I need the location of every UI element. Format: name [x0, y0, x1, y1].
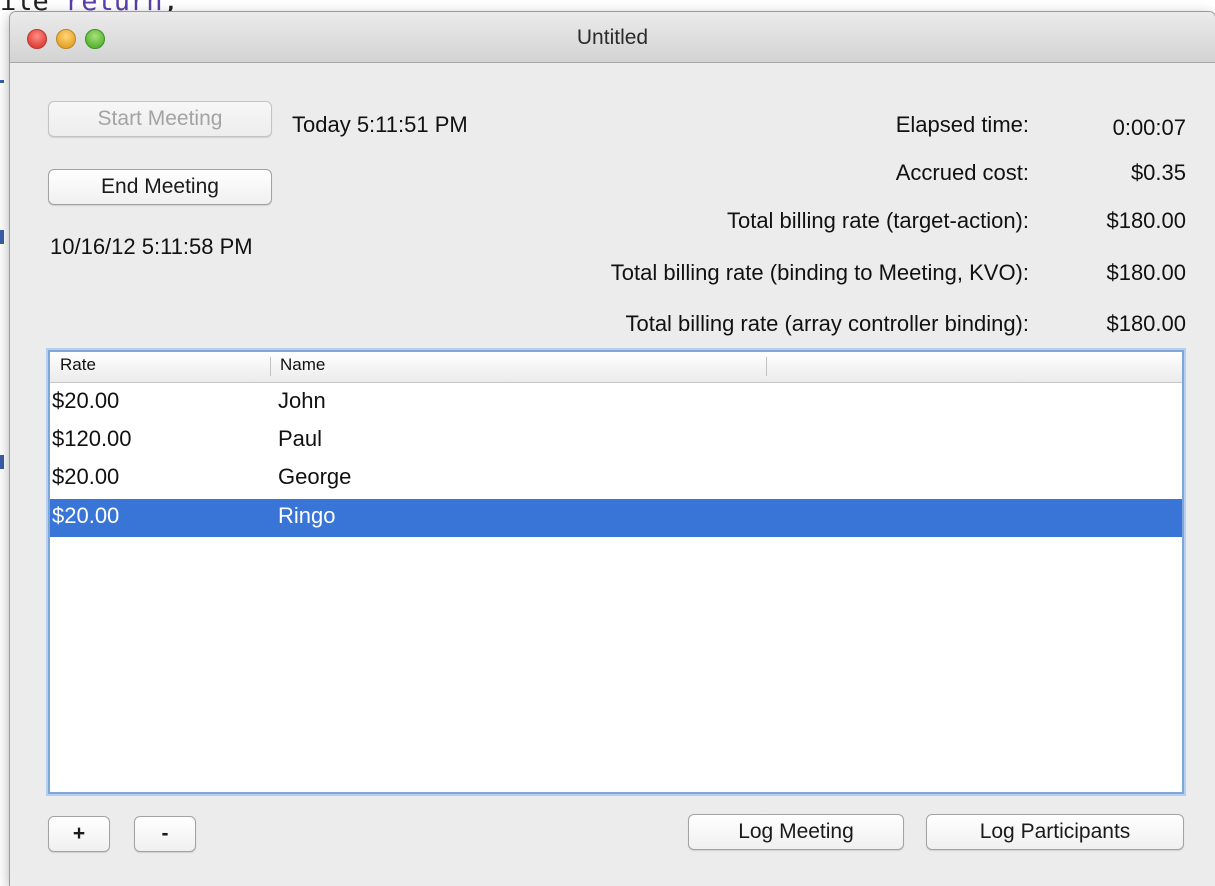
billing-rate-array-controller-value: $180.00 [1106, 311, 1186, 336]
billing-rate-target-action-label: Total billing rate (target-action): [726, 208, 1029, 233]
log-meeting-button[interactable]: Log Meeting [688, 814, 904, 850]
table-row-selected[interactable]: $20.00 Ringo [50, 499, 1182, 537]
rate-cell: $20.00 [52, 388, 120, 413]
name-cell: John [278, 388, 326, 413]
table-header: Rate Name [50, 352, 1182, 383]
background-margin-mark [0, 455, 4, 469]
column-header-name[interactable]: Name [280, 355, 325, 375]
log-participants-button[interactable]: Log Participants [926, 814, 1184, 850]
background-margin-mark [0, 80, 4, 83]
participants-table[interactable]: Rate Name $20.00 John $120.00 Paul $20.0… [48, 350, 1184, 794]
billing-rate-target-action-value: $180.00 [1106, 208, 1186, 233]
name-cell: Ringo [278, 503, 336, 528]
table-row[interactable]: $20.00 John [50, 384, 1182, 422]
title-bar[interactable]: Untitled [10, 12, 1215, 63]
name-cell: George [278, 464, 352, 489]
column-divider[interactable] [766, 357, 767, 376]
column-divider[interactable] [270, 357, 271, 376]
billing-rate-array-controller-label: Total billing rate (array controller bin… [625, 311, 1029, 336]
remove-participant-button[interactable]: - [134, 816, 196, 852]
elapsed-time-label: Elapsed time: [895, 112, 1029, 137]
rate-cell: $20.00 [52, 464, 120, 489]
rate-cell: $20.00 [52, 503, 120, 528]
add-participant-button[interactable]: + [48, 816, 110, 852]
column-header-rate[interactable]: Rate [60, 355, 96, 375]
accrued-cost-value: $0.35 [1130, 160, 1186, 185]
elapsed-time-value: 0:00:07 [1112, 115, 1186, 140]
background-margin-mark [0, 230, 4, 244]
meeting-end-time: 10/16/12 5:11:58 PM [50, 234, 253, 259]
window-title: Untitled [576, 26, 649, 49]
table-row[interactable]: $120.00 Paul [50, 422, 1182, 460]
billing-rate-kvo-value: $180.00 [1106, 260, 1186, 285]
billing-rate-kvo-label: Total billing rate (binding to Meeting, … [610, 260, 1029, 285]
table-row[interactable]: $20.00 George [50, 460, 1182, 498]
name-cell: Paul [278, 426, 323, 451]
start-meeting-button[interactable]: Start Meeting [48, 101, 272, 137]
end-meeting-button[interactable]: End Meeting [48, 169, 272, 205]
rate-cell: $120.00 [52, 426, 132, 451]
accrued-cost-label: Accrued cost: [895, 160, 1029, 185]
meeting-window: Untitled Start Meeting Today 5:11:51 PM … [10, 12, 1215, 886]
meeting-start-time: Today 5:11:51 PM [292, 112, 468, 137]
